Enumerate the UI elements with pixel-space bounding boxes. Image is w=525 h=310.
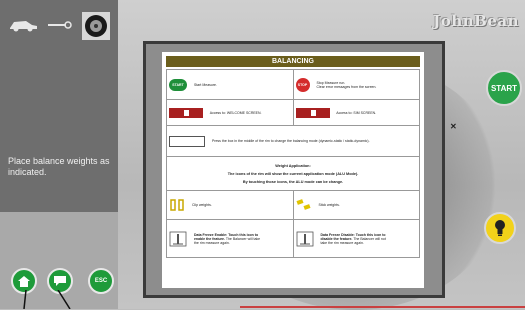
brand-logo: JohnBean [433, 12, 519, 30]
help-table: START Start Measure. STOP Stop Measure r… [166, 69, 420, 258]
table-row: Weight Application: The icons of the rim… [166, 156, 420, 191]
esc-button[interactable]: ESC [88, 268, 114, 294]
sim-screen-icon [295, 107, 330, 118]
weight-application-title: Weight Application: [275, 163, 311, 168]
stick-weight-icon [295, 199, 311, 210]
bottom-accent-line [240, 306, 525, 308]
top-icon-bar [0, 0, 118, 56]
mode-box-description: Press the box in the middle of the rim t… [211, 139, 370, 143]
clip-weight-icon [170, 199, 184, 211]
welcome-screen-icon [169, 107, 203, 118]
weight-application-line-1: The icons of the rim will show the curre… [227, 171, 359, 176]
clip-weight-description: Clip weights. [191, 202, 212, 207]
start-button[interactable]: START [486, 70, 522, 106]
mode-box-icon [169, 135, 205, 147]
table-row: START Start Measure. STOP Stop Measure r… [166, 69, 420, 100]
side-mark: ✕ [450, 122, 457, 131]
dialog-title: BALANCING [166, 56, 420, 67]
lightbulb-button[interactable] [484, 212, 516, 244]
table-row: Data Freeze Enable: Touch this icon to e… [166, 219, 420, 258]
start-description: Start Measure. [193, 82, 217, 87]
stop-description-2: Clear error messages from the screen. [316, 84, 377, 89]
wrench-icon[interactable] [46, 20, 72, 30]
weight-application-line-2: By touching those icons, the ALU mode ca… [242, 179, 344, 184]
stop-icon: STOP [295, 77, 310, 92]
wheel-icon[interactable] [82, 12, 110, 40]
table-row: Clip weights. Stick weights. [166, 190, 420, 220]
sim-description: Access to: SIM SCREEN. [336, 110, 377, 115]
esc-label: ESC [94, 278, 108, 284]
data-freeze-disable-icon [296, 231, 313, 246]
start-icon: START [169, 78, 187, 91]
welcome-description: Access to: WELCOME SCREEN. [209, 110, 262, 115]
message-icon [54, 276, 66, 286]
left-panel: Place balance weights as indicated. [0, 0, 118, 212]
home-icon [18, 275, 30, 287]
instruction-message: Place balance weights as indicated. [8, 156, 110, 177]
table-row: Access to: WELCOME SCREEN. Access to: SI… [166, 99, 420, 126]
pointer-lines [23, 290, 71, 309]
help-dialog: BALANCING START Start Measure. STOP Stop… [143, 41, 445, 298]
data-freeze-enable-icon [169, 231, 187, 246]
car-icon[interactable] [8, 18, 38, 32]
table-row: Press the box in the middle of the rim t… [166, 125, 420, 157]
stick-weight-description: Stick weights. [318, 202, 340, 207]
lightbulb-icon [495, 220, 505, 236]
help-content: BALANCING START Start Measure. STOP Stop… [162, 52, 424, 288]
